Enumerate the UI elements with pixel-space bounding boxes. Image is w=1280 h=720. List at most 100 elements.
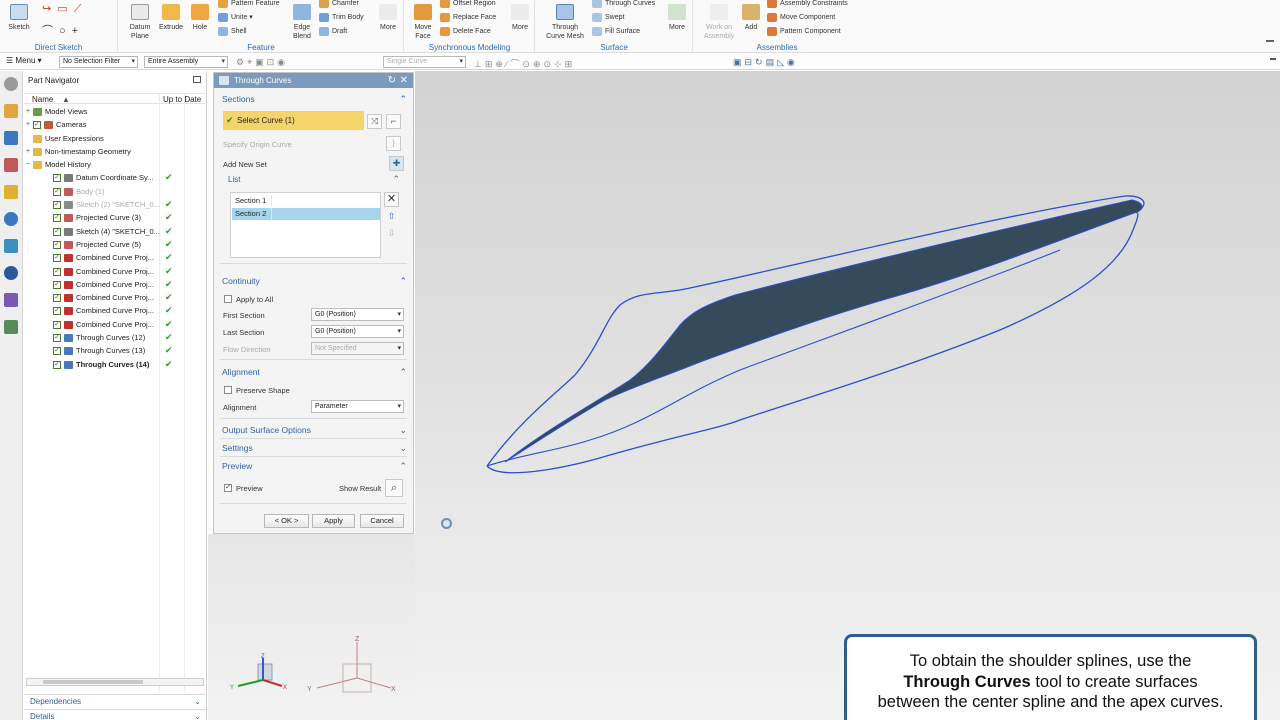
column-name[interactable]: Name: [32, 95, 53, 104]
tree-row[interactable]: ✓ Datum Coordinate Sy... ✔: [24, 171, 207, 184]
cmdbar-collapse-icon[interactable]: [1270, 58, 1276, 60]
first-section-dropdown[interactable]: G0 (Position): [311, 308, 404, 321]
work-on-assembly-button[interactable]: Work on Assembly: [702, 0, 736, 41]
cancel-button[interactable]: Cancel: [360, 514, 404, 528]
menu-button[interactable]: ☰ Menu ▾: [6, 56, 42, 65]
alignment-group-header[interactable]: Alignment ⌃: [218, 364, 411, 380]
shell-button[interactable]: Shell: [218, 25, 247, 38]
hole-button[interactable]: Hole: [185, 0, 215, 32]
reset-icon[interactable]: ↻: [388, 73, 396, 88]
draft-button[interactable]: Draft: [319, 25, 347, 38]
visibility-checkbox[interactable]: ✓: [53, 214, 61, 223]
assembly-navigator-icon[interactable]: [4, 104, 18, 118]
expand-toggle-icon[interactable]: +: [26, 105, 32, 118]
visibility-checkbox[interactable]: ✓: [53, 360, 61, 369]
horizontal-scrollbar[interactable]: [26, 678, 204, 686]
visibility-checkbox[interactable]: ✓: [53, 294, 61, 303]
maximize-icon[interactable]: [193, 76, 201, 83]
settings-group-header[interactable]: Settings ⌄: [218, 440, 411, 456]
scroll-thumb[interactable]: [43, 680, 143, 684]
roles-icon[interactable]: [4, 320, 18, 334]
list-item[interactable]: Section 1: [232, 195, 380, 207]
visibility-checkbox[interactable]: ✓: [53, 280, 61, 289]
apply-to-all-checkbox[interactable]: [224, 295, 232, 303]
assembly-constraints-button[interactable]: Assembly Constraints: [767, 0, 848, 10]
alignment-dropdown[interactable]: Parameter: [311, 400, 404, 413]
preview-group-header[interactable]: Preview ⌃: [218, 458, 411, 474]
visibility-checkbox[interactable]: ✓: [53, 254, 61, 263]
curve-rule-button[interactable]: ⌐: [386, 114, 401, 129]
origin-curve-button[interactable]: ⟩: [386, 136, 401, 151]
ok-button[interactable]: < OK >: [264, 514, 309, 528]
offset-region-button[interactable]: Offset Region: [440, 0, 496, 10]
remove-icon[interactable]: ✕: [384, 192, 399, 207]
delete-face-button[interactable]: Delete Face: [440, 25, 491, 38]
move-face-button[interactable]: Move Face: [408, 0, 438, 41]
web-browser-icon[interactable]: [4, 212, 18, 226]
tree-row[interactable]: ✓ Sketch (2) "SKETCH_0... ✔: [24, 198, 207, 211]
expand-toggle-icon[interactable]: +: [26, 145, 32, 158]
tree-row[interactable]: ✓ Through Curves (12) ✔: [24, 331, 207, 344]
shape-tools-icons[interactable]: ⌒○+: [42, 22, 84, 38]
part-navigator-icon[interactable]: [4, 158, 18, 172]
expand-toggle-icon[interactable]: +: [26, 118, 32, 131]
tree-row[interactable]: − Model History: [24, 158, 207, 171]
output-surface-options-header[interactable]: Output Surface Options ⌄: [218, 422, 411, 438]
visibility-checkbox[interactable]: ✓: [33, 121, 41, 130]
tree-row[interactable]: + Non-timestamp Geometry: [24, 145, 207, 158]
sections-group-header[interactable]: Sections ⌃: [218, 91, 411, 107]
feature-more-button[interactable]: More: [373, 0, 403, 32]
visibility-checkbox[interactable]: ✓: [53, 201, 61, 210]
settings-gear-icon[interactable]: [4, 77, 18, 91]
extrude-button[interactable]: Extrude: [156, 0, 186, 32]
dependencies-panel[interactable]: Dependencies ⌄: [24, 694, 207, 708]
magnifier-icon[interactable]: ⌕: [385, 479, 403, 497]
datum-plane-button[interactable]: Datum Plane: [125, 0, 155, 41]
close-icon[interactable]: ✕: [400, 73, 408, 88]
tree-row[interactable]: User Expressions: [24, 132, 207, 145]
preserve-shape-checkbox[interactable]: [224, 386, 232, 394]
move-up-icon[interactable]: ⇧: [384, 210, 399, 225]
tree-row[interactable]: ✓ Through Curves (13) ✔: [24, 344, 207, 357]
tree-row[interactable]: + Model Views: [24, 105, 207, 118]
visibility-checkbox[interactable]: ✓: [53, 240, 61, 249]
curve-rule-dropdown[interactable]: Single Curve: [383, 56, 466, 68]
tree-row[interactable]: ✓ Projected Curve (5) ✔: [24, 238, 207, 251]
details-panel[interactable]: Details ⌄: [24, 709, 207, 720]
snap-tools-icons[interactable]: ⚙⌖▣⊡◉: [236, 57, 288, 68]
history-icon[interactable]: [4, 239, 18, 253]
visibility-checkbox[interactable]: ✓: [53, 307, 61, 316]
visibility-checkbox[interactable]: ✓: [53, 347, 61, 356]
replace-face-button[interactable]: Replace Face: [440, 11, 496, 24]
add-component-button[interactable]: Add: [736, 0, 766, 32]
add-new-set-button[interactable]: ✚: [389, 156, 404, 171]
tree-row[interactable]: + ✓ Cameras: [24, 118, 207, 131]
curve-tools-icons[interactable]: ↪▭⟋: [42, 2, 87, 16]
sync-more-button[interactable]: More: [505, 0, 535, 32]
tree-row[interactable]: ✓ Combined Curve Proj... ✔: [24, 291, 207, 304]
tree-row[interactable]: ✓ Sketch (4) "SKETCH_0... ✔: [24, 225, 207, 238]
view-triad-icon[interactable]: Z X Y: [228, 652, 292, 696]
visibility-checkbox[interactable]: ✓: [53, 227, 61, 236]
tree-row[interactable]: ✓ Body (1): [24, 185, 207, 198]
move-component-button[interactable]: Move Component: [767, 11, 835, 24]
tree-row[interactable]: ✓ Combined Curve Proj... ✔: [24, 251, 207, 264]
last-section-dropdown[interactable]: G0 (Position): [311, 325, 404, 338]
fill-surface-button[interactable]: Fill Surface: [592, 25, 640, 38]
clock-icon[interactable]: [4, 266, 18, 280]
unite-button[interactable]: Unite ▾: [218, 11, 253, 24]
trim-body-button[interactable]: Trim Body: [319, 11, 364, 24]
constraint-navigator-icon[interactable]: [4, 131, 18, 145]
move-down-icon[interactable]: ⇩: [384, 227, 399, 242]
tree-row[interactable]: ✓ Combined Curve Proj... ✔: [24, 278, 207, 291]
edge-blend-button[interactable]: Edge Blend: [287, 0, 317, 41]
through-curve-mesh-button[interactable]: Through Curve Mesh: [542, 0, 588, 41]
chamfer-button[interactable]: Chamfer: [319, 0, 359, 10]
column-up-to-date[interactable]: Up to Date: [163, 95, 201, 104]
surface-more-button[interactable]: More: [662, 0, 692, 32]
sketch-button[interactable]: Sketch: [4, 0, 34, 32]
view-tools-icons[interactable]: ▣⊟↻▤◺◉: [733, 57, 798, 68]
reuse-library-icon[interactable]: [4, 185, 18, 199]
process-studio-icon[interactable]: [4, 293, 18, 307]
visibility-checkbox[interactable]: ✓: [53, 267, 61, 276]
